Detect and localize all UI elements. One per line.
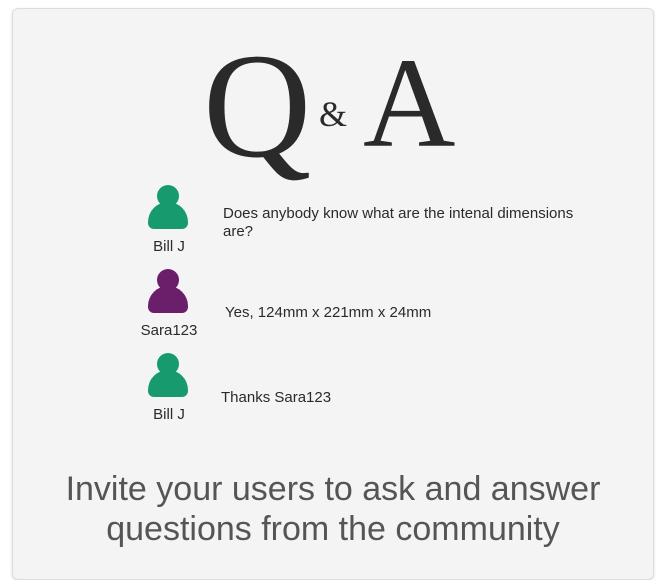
avatar-body — [148, 370, 188, 397]
qa-title: Q & A — [13, 31, 653, 181]
tagline-line-1: Invite your users to ask and answer — [65, 470, 601, 508]
avatar-body — [148, 286, 188, 313]
message-text: Does anybody know what are the intenal d… — [223, 205, 574, 240]
qa-message: Sara123 Yes, 124mm x 221mm x 24mm — [13, 269, 653, 349]
qa-message: Bill J Does anybody know what are the in… — [13, 185, 653, 265]
user-avatar-icon — [143, 185, 195, 237]
tagline-line-2: questions from the community — [106, 510, 560, 548]
message-text: Thanks Sara123 — [221, 389, 332, 406]
title-a: A — [363, 32, 456, 174]
message-text: Yes, 124mm x 221mm x 24mm — [225, 304, 432, 321]
message-username: Sara123 — [140, 322, 198, 339]
qa-message: Bill J Thanks Sara123 — [13, 353, 653, 433]
user-avatar-icon — [143, 353, 195, 405]
message-username: Bill J — [153, 406, 185, 423]
avatar-body — [148, 202, 188, 229]
qa-card: Q & A Bill J Does anybody know what are … — [12, 8, 654, 580]
title-ampersand: & — [319, 94, 348, 134]
message-username: Bill J — [153, 238, 185, 255]
user-avatar-icon — [143, 269, 195, 321]
title-q: Q — [203, 23, 312, 189]
tagline: Invite your users to ask and answer ques… — [13, 469, 653, 549]
